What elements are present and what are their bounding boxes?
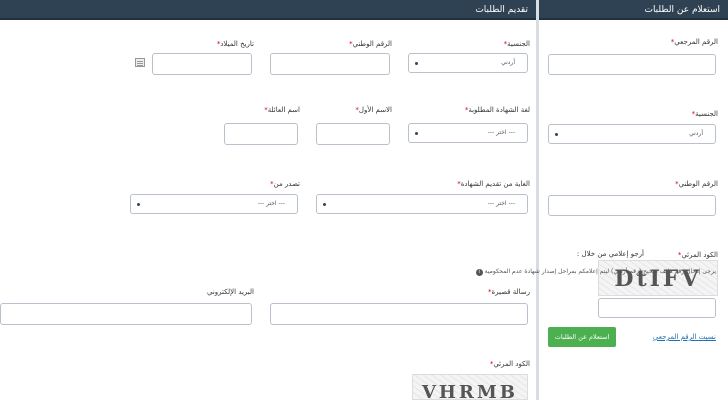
reference-number-input[interactable]	[548, 54, 716, 75]
left-captcha-image: VHRMB	[412, 374, 528, 400]
right-national-number-input[interactable]	[548, 195, 716, 216]
right-captcha-image: DtIFV	[598, 260, 718, 296]
family-name-input[interactable]	[224, 123, 298, 145]
first-name-label: الاسم الأول*	[355, 106, 392, 114]
notify-info: يرجى إدخال رقم هاتف صحيح (رقم أردني) ليت…	[475, 268, 716, 276]
calendar-icon[interactable]	[135, 58, 145, 67]
left-panel-title: تقديم الطلبات	[475, 5, 528, 15]
chevron-down-icon	[323, 203, 326, 206]
right-captcha-label: الكود المرئي*	[677, 251, 718, 259]
sms-input[interactable]	[270, 303, 528, 325]
certificate-purpose-select[interactable]: --- اختر ---	[316, 194, 528, 214]
left-nationality-label: الجنسية*	[503, 40, 530, 48]
certificate-purpose-label: الغاية من تقديم الشهادة*	[457, 180, 530, 188]
left-captcha-label: الكود المرئي*	[489, 360, 530, 368]
birth-date-label: تاريخ الميلاد*	[216, 40, 254, 48]
notify-label: أرجو إعلامي من خلال :	[576, 250, 644, 258]
family-name-label: اسم العائلة*	[264, 106, 300, 114]
forgot-reference-link[interactable]: نسيت الرقم المرجعي	[653, 333, 716, 341]
chevron-down-icon	[137, 203, 140, 206]
chevron-down-icon	[555, 133, 558, 136]
query-requests-button[interactable]: استعلام عن الطلبات	[548, 327, 616, 347]
info-icon: i	[475, 269, 483, 276]
left-national-number-input[interactable]	[270, 53, 390, 75]
first-name-input[interactable]	[316, 123, 390, 145]
birth-date-input[interactable]	[152, 53, 252, 75]
issued-from-select[interactable]: --- اختر ---	[130, 194, 298, 214]
right-nationality-label: الجنسية*	[691, 110, 718, 118]
right-captcha-input[interactable]	[598, 298, 716, 318]
issued-from-label: تصدر من*	[270, 180, 300, 188]
chevron-down-icon	[415, 132, 418, 135]
right-nationality-select[interactable]: أردني	[548, 124, 716, 144]
right-panel-header: استعلام عن الطلبات	[538, 0, 728, 20]
right-panel-title: استعلام عن الطلبات	[644, 5, 720, 15]
left-nationality-select[interactable]: أردني	[408, 53, 528, 73]
email-input[interactable]	[0, 303, 252, 325]
left-panel-header: تقديم الطلبات	[0, 0, 536, 20]
email-label: البريد الإلكتروني	[207, 288, 254, 296]
chevron-down-icon	[415, 62, 418, 65]
sms-label: رسالة قصيرة*	[487, 288, 530, 296]
reference-number-label: الرقم المرجعي*	[670, 38, 718, 46]
right-national-number-label: الرقم الوطني*	[675, 180, 718, 188]
panel-divider	[536, 0, 539, 400]
left-national-number-label: الرقم الوطني*	[349, 40, 392, 48]
certificate-language-select[interactable]: --- اختر ---	[408, 123, 528, 143]
certificate-language-label: لغة الشهادة المطلوبة*	[464, 106, 530, 114]
